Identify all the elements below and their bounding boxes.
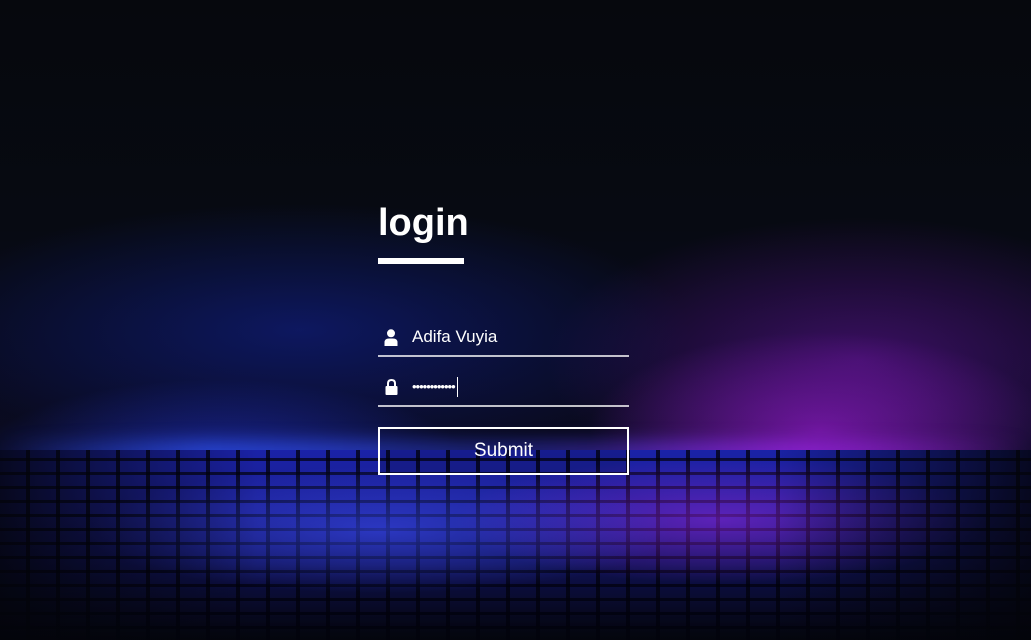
username-input[interactable] — [412, 324, 622, 350]
text-caret — [456, 377, 458, 397]
lock-icon — [380, 376, 402, 398]
password-mask: •••••••••••• — [412, 379, 456, 394]
title-underline — [378, 258, 464, 264]
username-field[interactable] — [378, 319, 629, 357]
floor-vignette — [0, 450, 1031, 640]
login-title: login — [378, 202, 469, 244]
password-input[interactable]: •••••••••••• — [412, 374, 458, 400]
user-icon — [380, 326, 402, 348]
submit-button[interactable]: Submit — [378, 427, 629, 475]
login-form: login •••••••••••• Submit — [378, 200, 629, 475]
password-field[interactable]: •••••••••••• — [378, 369, 629, 407]
